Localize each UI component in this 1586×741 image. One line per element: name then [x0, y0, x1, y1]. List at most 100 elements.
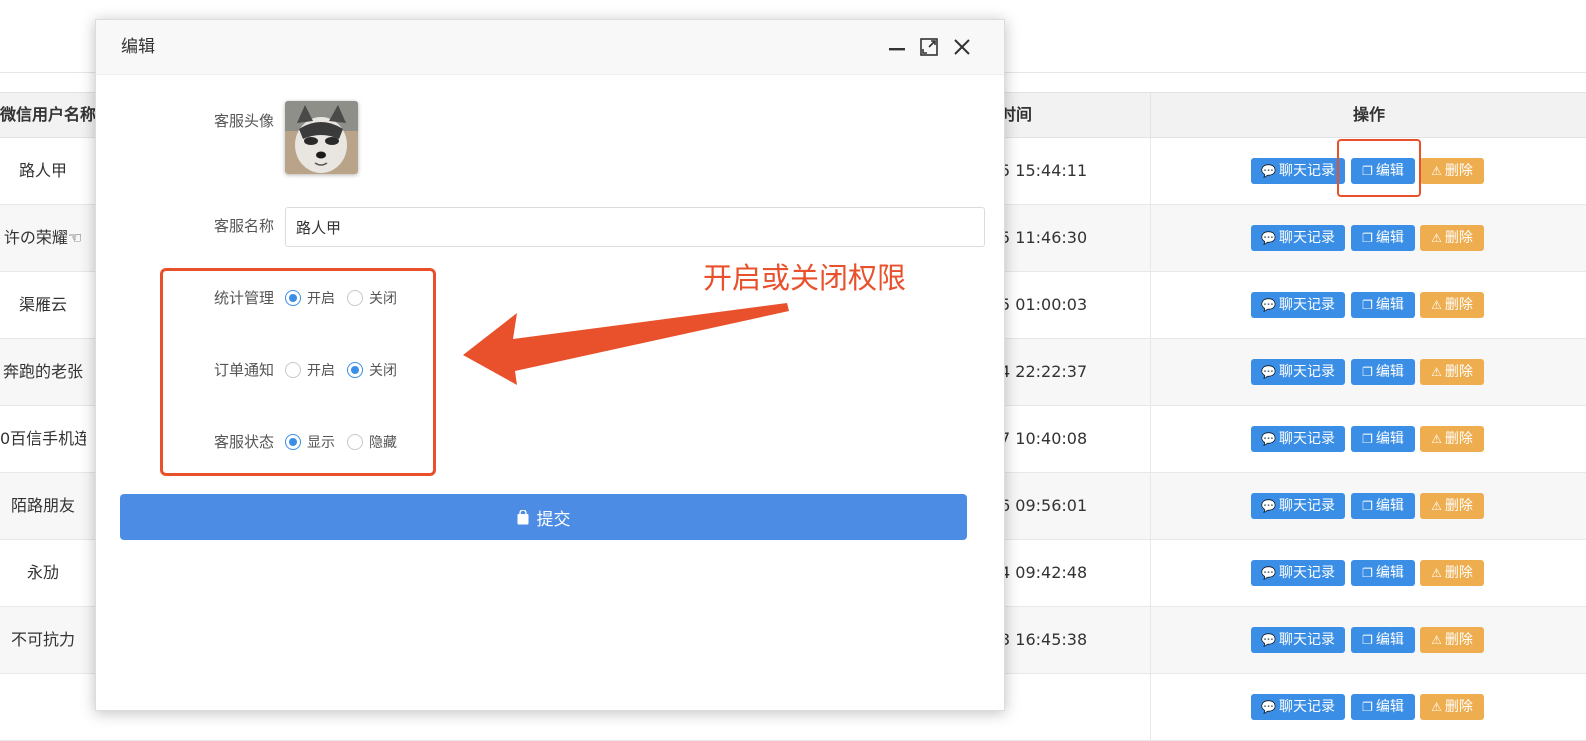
- chat-bubble-icon: 💬: [1261, 365, 1276, 379]
- cell-time: 4 22:22:37: [1000, 362, 1088, 381]
- warning-triangle-icon: ⚠: [1431, 700, 1442, 714]
- edit-button[interactable]: ❐ 编辑: [1351, 560, 1415, 586]
- chat-history-button[interactable]: 💬 聊天记录: [1251, 627, 1345, 653]
- copy-icon: ❐: [1362, 298, 1373, 312]
- radio-icon[interactable]: [347, 362, 363, 378]
- copy-icon: ❐: [1362, 633, 1373, 647]
- column-header-name: 微信用户名称: [0, 105, 97, 124]
- edit-button[interactable]: ❐ 编辑: [1351, 225, 1415, 251]
- cell-operations: 💬 聊天记录 ❐ 编辑 ⚠ 删除: [1150, 339, 1586, 405]
- cell-user-name: 陌路朋友: [10, 496, 75, 515]
- chat-history-button[interactable]: 💬 聊天记录: [1251, 158, 1345, 184]
- cell-time: 7 10:40:08: [1000, 429, 1088, 448]
- chat-history-button[interactable]: 💬 聊天记录: [1251, 359, 1345, 385]
- chat-bubble-icon: 💬: [1261, 499, 1276, 513]
- annotation-text: 开启或关闭权限: [703, 261, 907, 295]
- edit-button[interactable]: ❐ 编辑: [1351, 359, 1415, 385]
- edit-button[interactable]: ❐ 编辑: [1351, 694, 1415, 720]
- stats-option-on[interactable]: 开启: [285, 288, 335, 308]
- copy-icon: ❐: [1362, 432, 1373, 446]
- cell-time: 3 16:45:38: [1000, 630, 1088, 649]
- chat-history-button[interactable]: 💬 聊天记录: [1251, 560, 1345, 586]
- cell-user-name: 许の荣耀☜: [3, 228, 83, 247]
- stats-option-off[interactable]: 关闭: [347, 288, 397, 308]
- cell-user-name: 路人甲: [18, 161, 67, 180]
- chat-history-button[interactable]: 💬 聊天记录: [1251, 493, 1345, 519]
- status-option-show[interactable]: 显示: [285, 432, 335, 452]
- order-label: 订单通知: [213, 361, 274, 379]
- stats-label: 统计管理: [213, 289, 274, 307]
- chat-bubble-icon: 💬: [1261, 164, 1276, 178]
- cell-user-name: [0, 674, 86, 740]
- cell-user-name: 渠雁云: [18, 295, 67, 314]
- chat-bubble-icon: 💬: [1261, 231, 1276, 245]
- chat-bubble-icon: 💬: [1261, 566, 1276, 580]
- cell-user-name: 奔跑的老张: [2, 362, 83, 381]
- cell-user-name: 0百信手机连锁: [0, 429, 86, 448]
- delete-button[interactable]: ⚠ 删除: [1420, 426, 1484, 452]
- dialog-title: 编辑: [121, 37, 155, 57]
- copy-icon: ❐: [1362, 365, 1373, 379]
- dialog-header: 编辑: [96, 20, 1004, 75]
- edit-button-highlight: [1337, 139, 1421, 197]
- cell-operations: 💬 聊天记录 ❐ 编辑 ⚠ 删除: [1150, 406, 1586, 472]
- stats-radio-group: 开启 关闭: [285, 288, 409, 308]
- delete-button[interactable]: ⚠ 删除: [1420, 225, 1484, 251]
- cell-operations: 💬 聊天记录 ❐ 编辑 ⚠ 删除: [1150, 272, 1586, 338]
- chat-history-button[interactable]: 💬 聊天记录: [1251, 225, 1345, 251]
- warning-triangle-icon: ⚠: [1431, 365, 1442, 379]
- cell-user-name: 永劢: [26, 563, 59, 582]
- delete-button[interactable]: ⚠ 删除: [1420, 359, 1484, 385]
- edit-button[interactable]: ❐ 编辑: [1351, 627, 1415, 653]
- warning-triangle-icon: ⚠: [1431, 164, 1442, 178]
- cell-user-name: 不可抗力: [10, 630, 75, 649]
- status-radio-group: 显示 隐藏: [285, 432, 409, 452]
- copy-icon: ❐: [1362, 700, 1373, 714]
- order-option-on[interactable]: 开启: [285, 360, 335, 380]
- chat-history-button[interactable]: 💬 聊天记录: [1251, 292, 1345, 318]
- cell-time: 5 15:44:11: [1000, 161, 1088, 180]
- copy-icon: ❐: [1362, 499, 1373, 513]
- cell-time: 5 01:00:03: [1000, 295, 1088, 314]
- delete-button[interactable]: ⚠ 删除: [1420, 694, 1484, 720]
- cell-time: 4 09:42:48: [1000, 563, 1088, 582]
- cell-time: 6 09:56:01: [1000, 496, 1088, 515]
- chat-history-button[interactable]: 💬 聊天记录: [1251, 426, 1345, 452]
- copy-icon: ❐: [1362, 566, 1373, 580]
- delete-button[interactable]: ⚠ 删除: [1420, 627, 1484, 653]
- warning-triangle-icon: ⚠: [1431, 499, 1442, 513]
- annotation-arrow-icon: [463, 303, 789, 385]
- warning-triangle-icon: ⚠: [1431, 298, 1442, 312]
- edit-button[interactable]: ❐ 编辑: [1351, 493, 1415, 519]
- copy-icon: ❐: [1362, 231, 1373, 245]
- edit-button[interactable]: ❐ 编辑: [1351, 292, 1415, 318]
- delete-button[interactable]: ⚠ 删除: [1420, 158, 1484, 184]
- radio-icon[interactable]: [347, 434, 363, 450]
- edit-button[interactable]: ❐ 编辑: [1351, 426, 1415, 452]
- avatar[interactable]: [285, 101, 358, 174]
- warning-triangle-icon: ⚠: [1431, 231, 1442, 245]
- delete-button[interactable]: ⚠ 删除: [1420, 560, 1484, 586]
- delete-button[interactable]: ⚠ 删除: [1420, 493, 1484, 519]
- submit-button[interactable]: 提交: [120, 494, 967, 540]
- radio-icon[interactable]: [347, 290, 363, 306]
- close-icon[interactable]: [949, 34, 975, 60]
- minimize-icon[interactable]: [884, 34, 910, 60]
- radio-icon[interactable]: [285, 290, 301, 306]
- cell-operations: 💬 聊天记录 ❐ 编辑 ⚠ 删除: [1150, 674, 1586, 740]
- warning-triangle-icon: ⚠: [1431, 633, 1442, 647]
- cell-operations: 💬 聊天记录 ❐ 编辑 ⚠ 删除: [1150, 473, 1586, 539]
- order-option-off[interactable]: 关闭: [347, 360, 397, 380]
- chat-bubble-icon: 💬: [1261, 298, 1276, 312]
- chat-history-button[interactable]: 💬 聊天记录: [1251, 694, 1345, 720]
- delete-button[interactable]: ⚠ 删除: [1420, 292, 1484, 318]
- status-label: 客服状态: [213, 433, 274, 451]
- radio-icon[interactable]: [285, 362, 301, 378]
- chat-bubble-icon: 💬: [1261, 633, 1276, 647]
- chat-bubble-icon: 💬: [1261, 432, 1276, 446]
- radio-icon[interactable]: [285, 434, 301, 450]
- maximize-icon[interactable]: [916, 34, 942, 60]
- cell-operations: 💬 聊天记录 ❐ 编辑 ⚠ 删除: [1150, 540, 1586, 606]
- status-option-hide[interactable]: 隐藏: [347, 432, 397, 452]
- service-name-input[interactable]: [285, 207, 985, 247]
